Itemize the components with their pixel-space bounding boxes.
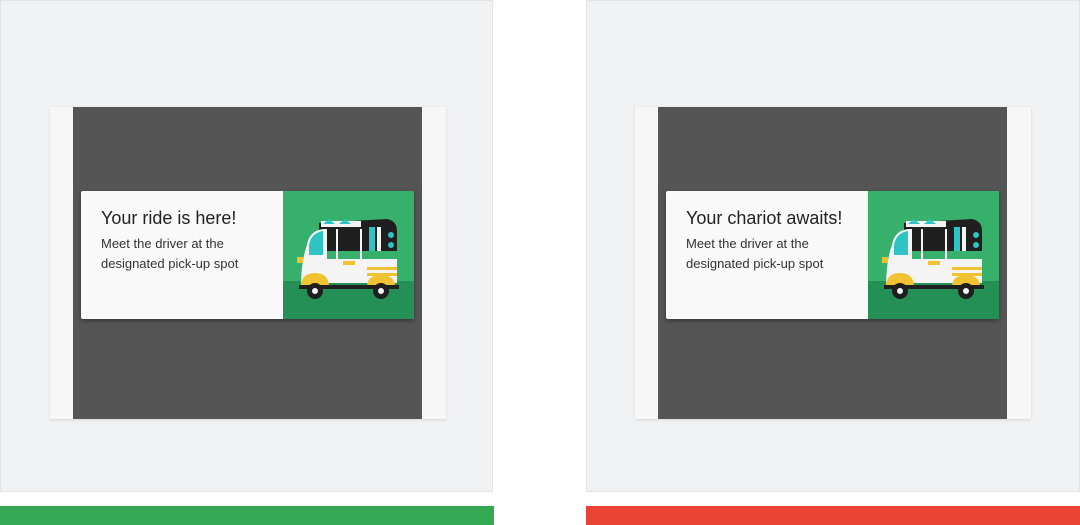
example-panel-do: Your ride is here! Meet the driver at th…: [0, 0, 493, 492]
card-title: Your chariot awaits!: [686, 208, 843, 228]
card-body: Meet the driver at the designated pick-u…: [686, 236, 824, 271]
dont-indicator-bar: [586, 506, 1080, 525]
auto-rickshaw-illustration: [283, 191, 414, 319]
phone-screen: Your chariot awaits! Meet the driver at …: [635, 107, 1031, 419]
do-indicator-bar: [0, 506, 494, 525]
card-text-block: Your ride is here! Meet the driver at th…: [101, 205, 286, 274]
card-title: Your ride is here!: [101, 208, 237, 228]
phone-screen: Your ride is here! Meet the driver at th…: [50, 107, 446, 419]
card-text-block: Your chariot awaits! Meet the driver at …: [686, 205, 871, 274]
notification-card[interactable]: Your chariot awaits! Meet the driver at …: [666, 191, 999, 319]
card-body: Meet the driver at the designated pick-u…: [101, 236, 239, 271]
example-panel-dont: Your chariot awaits! Meet the driver at …: [586, 0, 1080, 492]
notification-card[interactable]: Your ride is here! Meet the driver at th…: [81, 191, 414, 319]
auto-rickshaw-illustration: [868, 191, 999, 319]
